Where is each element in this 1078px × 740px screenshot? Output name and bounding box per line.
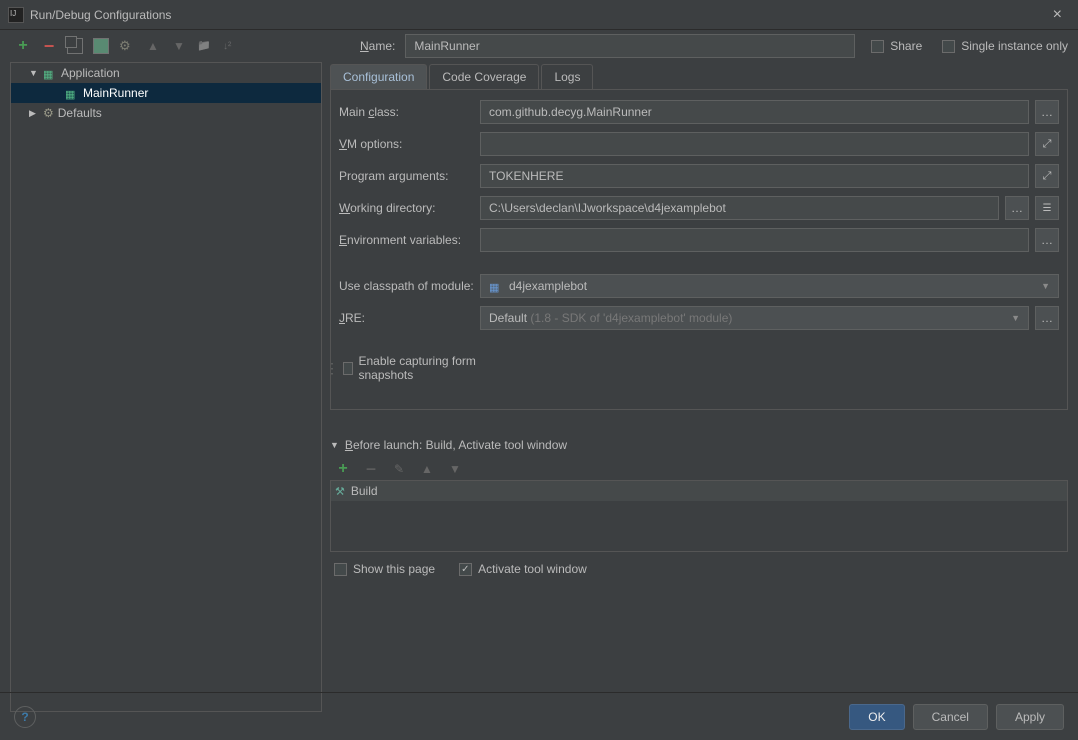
copy-config-button[interactable] [66, 37, 84, 55]
name-input[interactable] [405, 34, 855, 58]
chevron-down-icon: ▼ [1041, 281, 1050, 291]
expand-vm-options-button[interactable] [1035, 132, 1059, 156]
share-checkbox[interactable]: Share [871, 39, 922, 53]
wrench-icon [119, 38, 135, 54]
enable-snapshots-checkbox[interactable]: Enable capturing form snapshots [343, 354, 478, 382]
add-task-button[interactable]: + [334, 460, 352, 478]
working-dir-input[interactable] [480, 196, 999, 220]
task-down-button[interactable]: ▼ [446, 460, 464, 478]
close-icon[interactable]: × [1045, 2, 1070, 28]
move-up-button[interactable]: ▲ [144, 37, 162, 55]
working-dir-label: Working directory: [339, 201, 474, 215]
tab-configuration[interactable]: Configuration [330, 64, 427, 89]
application-icon [43, 67, 57, 79]
name-label: Name: [360, 39, 395, 53]
program-args-input[interactable] [480, 164, 1029, 188]
folder-icon [197, 38, 213, 54]
title-bar: Run/Debug Configurations × [0, 0, 1078, 30]
expand-program-args-button[interactable] [1035, 164, 1059, 188]
top-toolbar: + − ▲ ▼ Name: Share Single instance only [0, 30, 1078, 62]
module-classpath-select[interactable]: d4jexamplebot ▼ [480, 274, 1059, 298]
remove-task-button[interactable]: − [362, 460, 380, 478]
app-icon [8, 7, 24, 23]
main-class-label: Main class: [339, 105, 474, 119]
tree-label-defaults: Defaults [58, 106, 102, 120]
ok-button[interactable]: OK [849, 704, 904, 730]
cancel-button[interactable]: Cancel [913, 704, 988, 730]
tab-code-coverage[interactable]: Code Coverage [429, 64, 539, 89]
dialog-footer: ? OK Cancel Apply [0, 692, 1078, 740]
folder-button[interactable] [196, 37, 214, 55]
before-launch-list[interactable]: Build [330, 480, 1068, 552]
browse-main-class-button[interactable] [1035, 100, 1059, 124]
module-icon [489, 280, 503, 292]
resize-handle-icon[interactable]: ⋮ [325, 360, 339, 377]
vm-options-input[interactable] [480, 132, 1029, 156]
config-tree[interactable]: ▼ Application MainRunner ▶ Defaults [10, 62, 322, 712]
window-title: Run/Debug Configurations [30, 8, 171, 22]
tab-bar: Configuration Code Coverage Logs [330, 64, 1068, 90]
activate-tool-window-checkbox[interactable]: Activate tool window [459, 562, 587, 576]
jre-select[interactable]: Default (1.8 - SDK of 'd4jexamplebot' mo… [480, 306, 1029, 330]
tree-node-application[interactable]: ▼ Application [11, 63, 321, 83]
chevron-right-icon[interactable]: ▶ [29, 108, 39, 119]
program-args-label: Program arguments: [339, 169, 474, 183]
defaults-icon [43, 106, 54, 120]
browse-working-dir-button[interactable] [1005, 196, 1029, 220]
env-vars-input[interactable] [480, 228, 1029, 252]
tree-label-mainrunner: MainRunner [83, 86, 148, 100]
before-launch-item-build[interactable]: Build [331, 481, 1067, 501]
vm-options-label: VM options: [339, 137, 474, 151]
save-config-button[interactable] [92, 37, 110, 55]
move-down-button[interactable]: ▼ [170, 37, 188, 55]
configuration-form: Main class: VM options: Program argument… [330, 90, 1068, 410]
build-icon [335, 484, 345, 498]
show-this-page-checkbox[interactable]: Show this page [334, 562, 435, 576]
run-config-icon [65, 87, 79, 99]
help-button[interactable]: ? [14, 706, 36, 728]
chevron-down-icon: ▼ [330, 440, 339, 450]
save-icon [93, 38, 109, 54]
tree-label-application: Application [61, 66, 120, 80]
edit-env-vars-button[interactable] [1035, 228, 1059, 252]
copy-icon [67, 38, 83, 54]
tab-logs[interactable]: Logs [541, 64, 593, 89]
tree-node-mainrunner[interactable]: MainRunner [11, 83, 321, 103]
before-launch-header[interactable]: ▼ Before launch: Build, Activate tool wi… [330, 438, 1068, 452]
main-class-input[interactable] [480, 100, 1029, 124]
working-dir-macros-button[interactable] [1035, 196, 1059, 220]
chevron-down-icon: ▼ [1011, 313, 1020, 323]
edit-task-button[interactable]: ✎ [390, 460, 408, 478]
remove-config-button[interactable]: − [40, 37, 58, 55]
tree-node-defaults[interactable]: ▶ Defaults [11, 103, 321, 123]
apply-button[interactable]: Apply [996, 704, 1064, 730]
sort-button[interactable] [222, 37, 240, 55]
module-classpath-label: Use classpath of module: [339, 279, 474, 293]
env-vars-label: Environment variables: [339, 233, 474, 247]
edit-defaults-button[interactable] [118, 37, 136, 55]
browse-jre-button[interactable] [1035, 306, 1059, 330]
sort-icon [223, 38, 239, 54]
single-instance-checkbox[interactable]: Single instance only [942, 39, 1068, 53]
add-config-button[interactable]: + [14, 37, 32, 55]
jre-label: JRE: [339, 311, 474, 325]
task-up-button[interactable]: ▲ [418, 460, 436, 478]
chevron-down-icon[interactable]: ▼ [29, 68, 39, 78]
